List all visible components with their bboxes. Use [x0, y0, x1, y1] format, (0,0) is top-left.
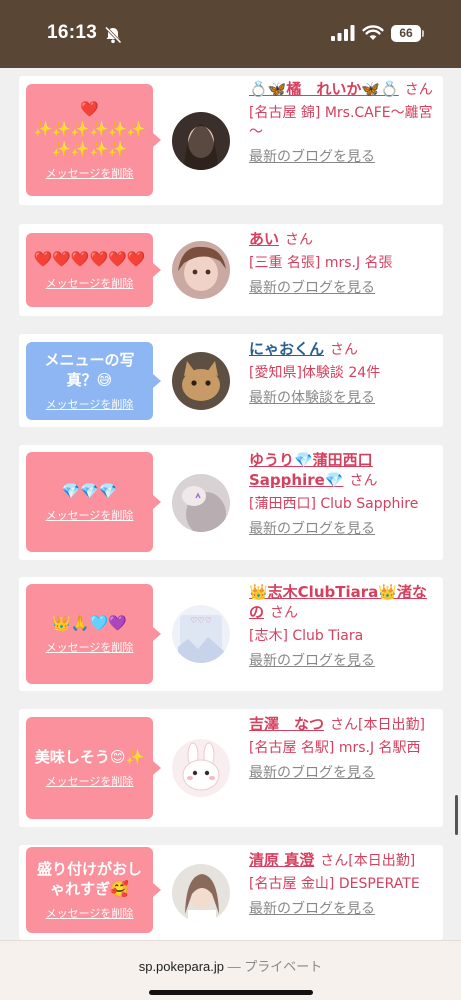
shop-label: [名古屋 名駅] mrs.J 名駅西	[249, 740, 421, 756]
shop-label: [名古屋 金山] DESPERATE	[249, 876, 420, 892]
svg-text:♡♡♡: ♡♡♡	[190, 616, 212, 625]
bell-slash-icon	[104, 26, 122, 44]
shop-label: [蒲田西口] Club Sapphire	[249, 496, 419, 512]
profile-name-link[interactable]: にゃおくん	[249, 340, 324, 358]
avatar-photo-7[interactable]	[172, 864, 230, 922]
profile-name-link[interactable]: あい	[249, 230, 279, 248]
latest-post-link[interactable]: 最新のブログを見る	[249, 279, 435, 298]
scrollbar[interactable]	[455, 795, 458, 835]
latest-post-link[interactable]: 最新のブログを見る	[249, 652, 435, 671]
delete-message-link[interactable]: メッセージを削除	[31, 507, 148, 523]
private-mode-label: プライベート	[244, 959, 323, 974]
profile-info: 👑志木ClubTiara👑渚なの さん [志木] Club Tiara 最新のブログを…	[249, 583, 435, 671]
profile-name-link[interactable]: 吉澤 なつ	[249, 715, 324, 733]
profile-info: ゆうり💎蒲田西口Sapphire💎 さん [蒲田西口] Club Sapphire 最…	[249, 451, 435, 539]
shop-label: [三重 名張] mrs.J 名張	[249, 255, 393, 271]
avatar-bunny[interactable]	[172, 739, 230, 797]
message-bubble: メニューの写真？😅 メッセージを削除	[26, 342, 161, 420]
avatar-cat[interactable]	[172, 352, 230, 410]
message-card: メニューの写真？😅 メッセージを削除 にゃおくん さん [愛知県]体験談 24件最新の体…	[19, 334, 443, 427]
latest-post-link[interactable]: 最新の体験談を見る	[249, 389, 435, 408]
home-indicator[interactable]	[149, 990, 313, 995]
message-text: 💎💎💎	[61, 482, 118, 500]
signal-icon	[331, 25, 355, 41]
profile-info: にゃおくん さん [愛知県]体験談 24件最新の体験談を見る	[249, 340, 435, 408]
profile-info: あい さん [三重 名張] mrs.J 名張最新のブログを見る	[249, 230, 435, 298]
message-list[interactable]: ❤️ ✨✨✨✨✨✨ ✨✨✨✨ メッセージを削除 💍🦋橘 れいか🦋💍 さん [名古屋 錦]…	[0, 68, 461, 940]
honorific: さん[本日出勤]	[320, 853, 416, 869]
message-card: 💎💎💎 メッセージを削除 ゆうり💎蒲田西口Sapphire💎 さん [蒲田西口] Clu…	[19, 445, 443, 560]
shop-label: [志木] Club Tiara	[249, 628, 364, 644]
message-card: ❤️ ✨✨✨✨✨✨ ✨✨✨✨ メッセージを削除 💍🦋橘 れいか🦋💍 さん [名古屋 錦]…	[19, 76, 443, 205]
message-bubble: 盛り付けがおしゃれすぎ🥰 メッセージを削除	[26, 847, 161, 933]
clock: 16:13	[47, 22, 98, 43]
profile-name-link[interactable]: 清原 真澄	[249, 851, 314, 869]
shop-label: [名古屋 錦] Mrs.CAFE～離宮～	[249, 105, 433, 140]
profile-info: 💍🦋橘 れいか🦋💍 さん [名古屋 錦] Mrs.CAFE～離宮～ 最新のブログを見る	[249, 80, 435, 167]
profile-name-link[interactable]: 💍🦋橘 れいか🦋💍	[249, 80, 399, 98]
url-domain: sp.pokepara.jp	[138, 959, 224, 974]
latest-post-link[interactable]: 最新のブログを見る	[249, 148, 435, 167]
message-bubble: 💎💎💎 メッセージを削除	[26, 452, 161, 552]
delete-message-link[interactable]: メッセージを削除	[31, 275, 148, 291]
avatar-photo-1[interactable]	[172, 112, 230, 170]
status-bar: 16:13 66	[0, 0, 461, 68]
message-card: 👑🙏🩵💜 メッセージを削除 ♡♡♡ 👑志木ClubTiara👑渚なの さん [志木] Cl…	[19, 577, 443, 691]
message-bubble: 👑🙏🩵💜 メッセージを削除	[26, 584, 161, 684]
url-label[interactable]: sp.pokepara.jp — プライベート	[0, 956, 461, 975]
message-card: ❤️❤️❤️❤️❤️❤️ メッセージを削除 あい さん [三重 名張] mrs.J 名張…	[19, 224, 443, 316]
message-card: 美味しそう😊✨ メッセージを削除 吉澤 なつ さん[本日出勤] [名古屋 名駅] mrs…	[19, 709, 443, 827]
delete-message-link[interactable]: メッセージを削除	[31, 639, 148, 655]
honorific: さん	[349, 473, 378, 489]
honorific: さん	[270, 605, 299, 621]
honorific: さん	[404, 82, 433, 98]
message-text: ❤️❤️❤️❤️❤️❤️	[33, 250, 146, 268]
latest-post-link[interactable]: 最新のブログを見る	[249, 520, 435, 539]
url-separator: —	[227, 959, 241, 974]
profile-info: 清原 真澄 さん[本日出勤] [名古屋 金山] DESPERATE 最新のブログを見る	[249, 851, 435, 919]
message-text: ❤️ ✨✨✨✨✨✨ ✨✨✨✨	[33, 100, 146, 158]
delete-message-link[interactable]: メッセージを削除	[31, 396, 148, 412]
message-card: 盛り付けがおしゃれすぎ🥰 メッセージを削除 清原 真澄 さん[本日出勤] [名古屋 金山…	[19, 845, 443, 940]
delete-message-link[interactable]: メッセージを削除	[31, 773, 148, 789]
battery-tip	[422, 30, 424, 37]
honorific: さん[本日出勤]	[330, 717, 425, 733]
message-text: メニューの写真？😅	[44, 351, 135, 389]
battery-icon: 66	[391, 25, 421, 42]
message-text: 美味しそう😊✨	[34, 748, 145, 766]
avatar-photo-5[interactable]: ♡♡♡	[172, 605, 230, 663]
browser-bar: sp.pokepara.jp — プライベート	[0, 940, 461, 1000]
honorific: さん	[285, 232, 314, 248]
delete-message-link[interactable]: メッセージを削除	[31, 165, 148, 181]
message-bubble: ❤️ ✨✨✨✨✨✨ ✨✨✨✨ メッセージを削除	[26, 84, 161, 196]
message-bubble: ❤️❤️❤️❤️❤️❤️ メッセージを削除	[26, 233, 161, 307]
latest-post-link[interactable]: 最新のブログを見る	[249, 900, 435, 919]
shop-label: [愛知県]体験談 24件	[249, 365, 381, 381]
avatar-photo-4[interactable]	[172, 474, 230, 532]
profile-info: 吉澤 なつ さん[本日出勤] [名古屋 名駅] mrs.J 名駅西 最新のブログを見る	[249, 715, 435, 783]
message-text: 盛り付けがおしゃれすぎ🥰	[36, 860, 142, 898]
delete-message-link[interactable]: メッセージを削除	[31, 905, 148, 921]
honorific: さん	[330, 342, 359, 358]
latest-post-link[interactable]: 最新のブログを見る	[249, 764, 435, 783]
message-text: 👑🙏🩵💜	[52, 614, 127, 632]
avatar-photo-2[interactable]	[172, 241, 230, 299]
wifi-icon	[362, 25, 384, 40]
message-bubble: 美味しそう😊✨ メッセージを削除	[26, 717, 161, 819]
